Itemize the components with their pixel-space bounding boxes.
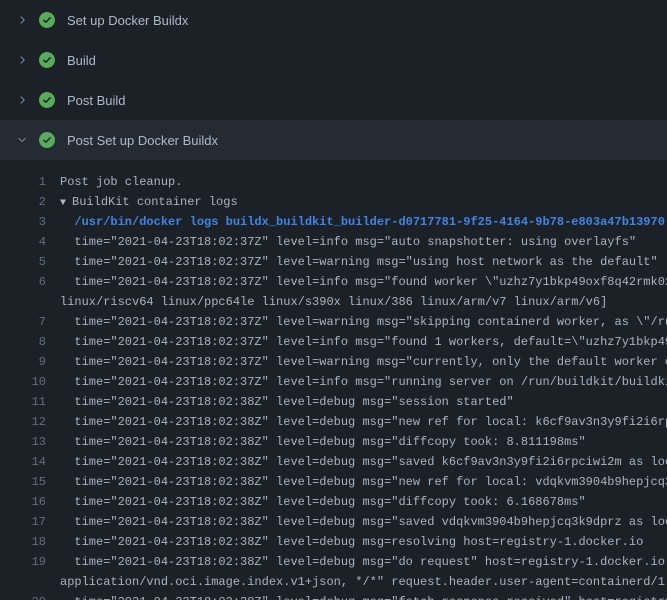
- log-text: time="2021-04-23T18:02:38Z" level=debug …: [60, 412, 667, 432]
- log-line: 1Post job cleanup.: [0, 172, 667, 192]
- line-number: [0, 572, 60, 592]
- log-line: 6 time="2021-04-23T18:02:37Z" level=info…: [0, 272, 667, 292]
- log-text: application/vnd.oci.image.index.v1+json,…: [60, 572, 667, 592]
- line-number[interactable]: 12: [0, 412, 60, 432]
- line-number[interactable]: 4: [0, 232, 60, 252]
- log-text: time="2021-04-23T18:02:37Z" level=info m…: [60, 232, 667, 252]
- log-line: 12 time="2021-04-23T18:02:38Z" level=deb…: [0, 412, 667, 432]
- log-area: 1Post job cleanup.2▼ BuildKit container …: [0, 160, 667, 600]
- line-number[interactable]: 11: [0, 392, 60, 412]
- line-number[interactable]: 5: [0, 252, 60, 272]
- log-text: time="2021-04-23T18:02:37Z" level=warnin…: [60, 312, 667, 332]
- log-line: 10 time="2021-04-23T18:02:37Z" level=inf…: [0, 372, 667, 392]
- group-toggle-icon[interactable]: ▼: [60, 198, 72, 209]
- log-line: 5 time="2021-04-23T18:02:37Z" level=warn…: [0, 252, 667, 272]
- line-number[interactable]: 6: [0, 272, 60, 292]
- log-line: 19 time="2021-04-23T18:02:38Z" level=deb…: [0, 552, 667, 572]
- line-number[interactable]: 2: [0, 192, 60, 212]
- log-text: time="2021-04-23T18:02:38Z" level=debug …: [60, 452, 667, 472]
- log-text: time="2021-04-23T18:02:37Z" level=info m…: [60, 272, 667, 292]
- log-text: time="2021-04-23T18:02:38Z" level=debug …: [60, 492, 667, 512]
- check-circle-icon: [39, 92, 55, 108]
- section-header-post-build[interactable]: Post Build: [0, 80, 667, 120]
- section-title: Set up Docker Buildx: [67, 13, 188, 28]
- line-number[interactable]: 14: [0, 452, 60, 472]
- log-group-header: ▼ BuildKit container logs: [60, 192, 667, 212]
- log-text: time="2021-04-23T18:02:38Z" level=debug …: [60, 552, 667, 572]
- check-circle-icon: [39, 132, 55, 148]
- group-title: BuildKit container logs: [72, 195, 238, 209]
- log-line: 4 time="2021-04-23T18:02:37Z" level=info…: [0, 232, 667, 252]
- log-line: 11 time="2021-04-23T18:02:38Z" level=deb…: [0, 392, 667, 412]
- section-title: Post Build: [67, 93, 126, 108]
- section-header-set-up-docker-buildx[interactable]: Set up Docker Buildx: [0, 0, 667, 40]
- log-text: linux/riscv64 linux/ppc64le linux/s390x …: [60, 292, 667, 312]
- line-number[interactable]: 10: [0, 372, 60, 392]
- log-line: 14 time="2021-04-23T18:02:38Z" level=deb…: [0, 452, 667, 472]
- line-number[interactable]: 19: [0, 552, 60, 572]
- log-text: time="2021-04-23T18:02:37Z" level=warnin…: [60, 352, 667, 372]
- line-number[interactable]: 20: [0, 592, 60, 600]
- line-number[interactable]: 1: [0, 172, 60, 192]
- log-text: time="2021-04-23T18:02:38Z" level=debug …: [60, 472, 667, 492]
- chevron-down-icon: [16, 134, 28, 146]
- chevron-right-icon: [16, 94, 28, 106]
- log-line: 8 time="2021-04-23T18:02:37Z" level=info…: [0, 332, 667, 352]
- section-title: Build: [67, 53, 96, 68]
- log-text: time="2021-04-23T18:02:38Z" level=debug …: [60, 432, 667, 452]
- log-text: time="2021-04-23T18:02:37Z" level=info m…: [60, 372, 667, 392]
- log-line: 3 /usr/bin/docker logs buildx_buildkit_b…: [0, 212, 667, 232]
- section-header-post-set-up-docker-buildx[interactable]: Post Set up Docker Buildx: [0, 120, 667, 160]
- line-number[interactable]: 8: [0, 332, 60, 352]
- log-text: Post job cleanup.: [60, 172, 667, 192]
- log-line: 2▼ BuildKit container logs: [0, 192, 667, 212]
- section-header-build[interactable]: Build: [0, 40, 667, 80]
- check-circle-icon: [39, 52, 55, 68]
- command-text: /usr/bin/docker logs buildx_buildkit_bui…: [60, 212, 667, 232]
- line-number[interactable]: 18: [0, 532, 60, 552]
- line-number[interactable]: 3: [0, 212, 60, 232]
- log-text: time="2021-04-23T18:02:38Z" level=debug …: [60, 392, 667, 412]
- log-line: 20 time="2021-04-23T18:02:38Z" level=deb…: [0, 592, 667, 600]
- section-title: Post Set up Docker Buildx: [67, 133, 218, 148]
- log-line: application/vnd.oci.image.index.v1+json,…: [0, 572, 667, 592]
- line-number[interactable]: 7: [0, 312, 60, 332]
- log-line: 18 time="2021-04-23T18:02:38Z" level=deb…: [0, 532, 667, 552]
- log-text: time="2021-04-23T18:02:38Z" level=debug …: [60, 532, 667, 552]
- log-text: time="2021-04-23T18:02:37Z" level=warnin…: [60, 252, 667, 272]
- line-number[interactable]: 17: [0, 512, 60, 532]
- log-line: 13 time="2021-04-23T18:02:38Z" level=deb…: [0, 432, 667, 452]
- line-number[interactable]: 9: [0, 352, 60, 372]
- chevron-right-icon: [16, 14, 28, 26]
- log-line: 17 time="2021-04-23T18:02:38Z" level=deb…: [0, 512, 667, 532]
- log-line: 7 time="2021-04-23T18:02:37Z" level=warn…: [0, 312, 667, 332]
- line-number[interactable]: 15: [0, 472, 60, 492]
- line-number[interactable]: 13: [0, 432, 60, 452]
- log-line: 16 time="2021-04-23T18:02:38Z" level=deb…: [0, 492, 667, 512]
- chevron-right-icon: [16, 54, 28, 66]
- log-line: 9 time="2021-04-23T18:02:37Z" level=warn…: [0, 352, 667, 372]
- line-number: [0, 292, 60, 312]
- log-text: time="2021-04-23T18:02:37Z" level=info m…: [60, 332, 667, 352]
- log-text: time="2021-04-23T18:02:38Z" level=debug …: [60, 512, 667, 532]
- log-text: time="2021-04-23T18:02:38Z" level=debug …: [60, 592, 667, 600]
- check-circle-icon: [39, 12, 55, 28]
- line-number[interactable]: 16: [0, 492, 60, 512]
- workflow-log-viewer: Set up Docker Buildx Build Post Build Post …: [0, 0, 667, 600]
- log-line: 15 time="2021-04-23T18:02:38Z" level=deb…: [0, 472, 667, 492]
- log-line: linux/riscv64 linux/ppc64le linux/s390x …: [0, 292, 667, 312]
